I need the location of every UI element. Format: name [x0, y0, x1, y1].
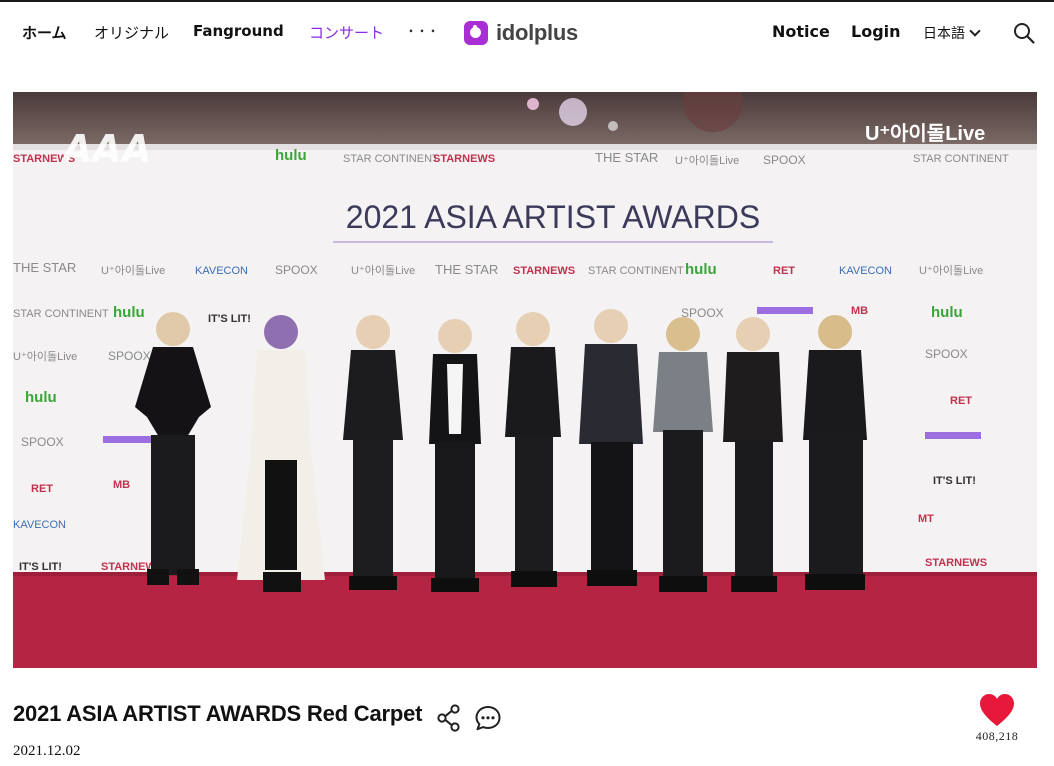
- sponsor-label: IT'S LIT!: [19, 561, 62, 573]
- sponsor-label: MB: [113, 479, 130, 491]
- sponsor-label: U⁺아이돌Live: [919, 264, 983, 277]
- video-frame: 2021 ASIA ARTIST AWARDS STARNEWS hulu ST…: [13, 92, 1037, 668]
- idolplus-logo[interactable]: idolplus: [464, 19, 578, 47]
- video-title: 2021 ASIA ARTIST AWARDS Red Carpet: [13, 701, 423, 726]
- comment-icon[interactable]: [474, 704, 502, 732]
- nav-fanground[interactable]: Fanground: [193, 22, 284, 40]
- sponsor-label: IT'S LIT!: [933, 475, 976, 487]
- publish-date: 2021.12.02: [13, 743, 81, 759]
- sponsor-label: RET: [31, 483, 53, 495]
- sponsor-label: SPOOX: [763, 153, 806, 167]
- aaa-logo-overlay: AAA: [60, 127, 151, 171]
- sponsor-label: STAR CONTINENT: [343, 153, 439, 165]
- sponsor-label: THE STAR: [595, 150, 658, 165]
- sponsor-label: THE STAR: [435, 262, 498, 277]
- sponsor-label: SPOOX: [275, 263, 318, 277]
- sponsor-label: U⁺아이돌Live: [675, 154, 739, 167]
- logo-text: idolplus: [496, 20, 578, 45]
- sponsor-label: THE STAR: [13, 260, 76, 275]
- sponsor-label: KAVECON: [195, 265, 248, 277]
- sponsor-label: hulu: [931, 304, 963, 321]
- sponsor-label: STARNEWS: [433, 153, 495, 165]
- notice-link[interactable]: Notice: [772, 22, 830, 41]
- language-selector[interactable]: 日本語: [923, 23, 981, 43]
- chevron-down-icon: [969, 25, 981, 37]
- sponsor-label: U⁺아이돌Live: [101, 264, 165, 277]
- sponsor-label: STAR CONTINENT: [588, 265, 684, 277]
- sponsor-label: SPOOX: [21, 435, 64, 449]
- search-icon[interactable]: [1013, 22, 1035, 44]
- banner-title: 2021 ASIA ARTIST AWARDS: [346, 199, 760, 235]
- heart-icon[interactable]: [978, 692, 1016, 728]
- sponsor-label: U⁺아이돌Live: [351, 264, 415, 277]
- sponsor-label: SPOOX: [925, 347, 968, 361]
- sponsor-label: MB: [851, 305, 868, 317]
- sponsor-label: SPOOX: [108, 349, 151, 363]
- sponsor-label: IT'S LIT!: [208, 313, 251, 325]
- nav-original[interactable]: オリジナル: [94, 22, 169, 43]
- video-player[interactable]: 2021 ASIA ARTIST AWARDS STARNEWS hulu ST…: [13, 92, 1037, 668]
- share-icon[interactable]: [436, 704, 462, 732]
- more-menu-button[interactable]: ･･･: [407, 18, 440, 42]
- sponsor-label: KAVECON: [13, 519, 66, 531]
- sponsor-label: STAR CONTINENT: [913, 153, 1009, 165]
- sponsor-label: STARNEWS: [925, 557, 987, 569]
- sponsor-label: U⁺아이돌Live: [13, 350, 77, 363]
- login-link[interactable]: Login: [851, 22, 901, 41]
- sponsor-label: hulu: [685, 261, 717, 278]
- sponsor-label: RET: [950, 395, 972, 407]
- nav-home[interactable]: ホーム: [22, 22, 67, 43]
- sponsor-label: KAVECON: [839, 265, 892, 277]
- sponsor-label: STARNEWS: [513, 265, 575, 277]
- sponsor-label: hulu: [113, 304, 145, 321]
- top-navigation: ホーム オリジナル Fanground コンサート ･･･ idolplus N…: [0, 2, 1054, 62]
- like-count: 408,218: [975, 729, 1019, 743]
- language-label: 日本語: [923, 26, 965, 42]
- idolplus-logo-icon: [464, 21, 488, 45]
- sponsor-label: RET: [773, 265, 795, 277]
- sponsor-label: MT: [918, 513, 934, 525]
- nav-concert[interactable]: コンサート: [309, 22, 384, 43]
- sponsor-label: hulu: [25, 389, 57, 406]
- sponsor-label: STAR CONTINENT: [13, 308, 109, 320]
- sponsor-label: hulu: [275, 147, 307, 164]
- broadcaster-watermark: U⁺아이돌Live: [865, 122, 985, 145]
